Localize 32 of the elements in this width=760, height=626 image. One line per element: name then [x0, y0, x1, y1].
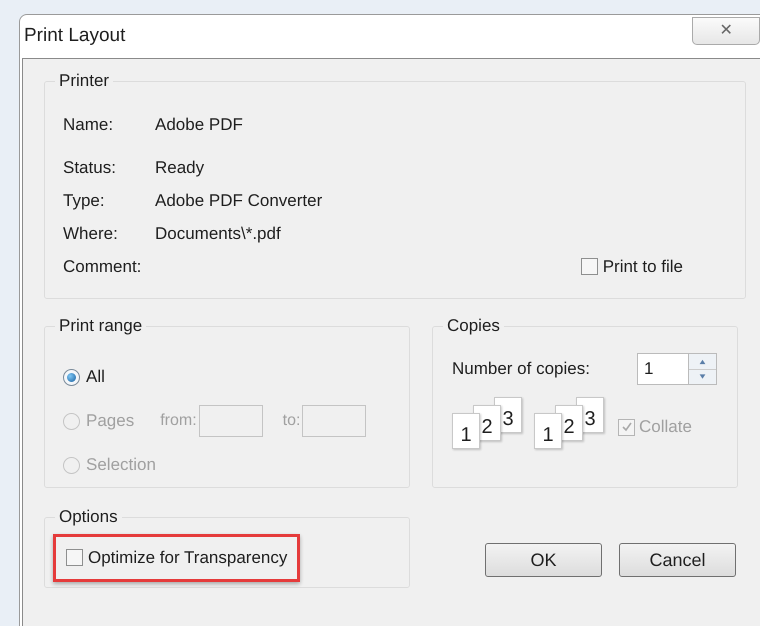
- field-label: Number of copies:: [452, 358, 591, 380]
- field-value: Ready: [155, 156, 204, 179]
- field-label: Name:: [63, 114, 114, 136]
- dialog-button[interactable]: OK: [485, 543, 602, 577]
- field-label: Comment:: [63, 256, 142, 278]
- checkbox[interactable]: [580, 258, 598, 275]
- checkmark-icon: [620, 421, 632, 433]
- field-value: Adobe PDF Converter: [155, 190, 322, 212]
- dialog-button[interactable]: Cancel: [619, 543, 736, 577]
- field-value: Documents\*.pdf: [155, 222, 281, 245]
- copies-spinner[interactable]: 1: [637, 353, 717, 385]
- field-value: Adobe PDF: [155, 114, 243, 136]
- radio-label: Pages: [86, 410, 134, 432]
- spin-down-icon[interactable]: [689, 368, 716, 384]
- field-label: Status:: [63, 156, 117, 179]
- field-label: Where:: [63, 222, 119, 245]
- checkbox[interactable]: [66, 549, 83, 566]
- checkbox-label: Collate: [639, 416, 692, 438]
- page-icon: 1: [452, 413, 480, 449]
- checkbox-label: Optimize for Transparency: [88, 547, 288, 569]
- window-title: Print Layout: [24, 24, 126, 48]
- checkbox-label: Print to file: [602, 256, 683, 278]
- field-label: from:: [160, 411, 197, 431]
- close-button[interactable]: ✕: [692, 16, 760, 44]
- field-label: to:: [282, 411, 300, 431]
- copies-value: 1: [643, 358, 654, 380]
- spin-up-icon[interactable]: [689, 354, 716, 368]
- radio-label: Selection: [86, 454, 156, 476]
- field-label: Type:: [63, 190, 106, 212]
- page-icon: 1: [534, 413, 562, 449]
- radio-button[interactable]: [63, 368, 80, 386]
- radio-label: All: [86, 366, 105, 388]
